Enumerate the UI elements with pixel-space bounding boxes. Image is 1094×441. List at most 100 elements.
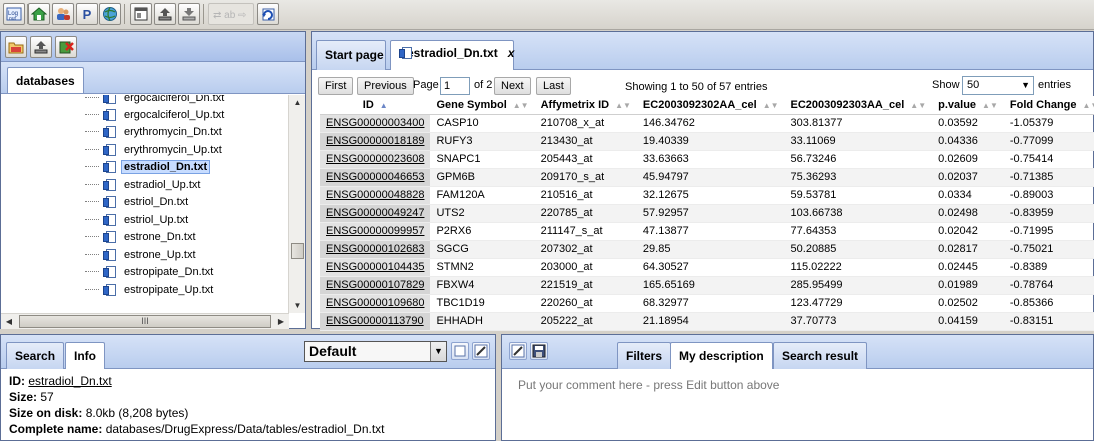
- edit-icon[interactable]: [509, 342, 527, 360]
- column-header[interactable]: ID ▲: [320, 96, 431, 115]
- close-tab-icon[interactable]: x: [508, 46, 515, 60]
- gene-id-link[interactable]: ENSG00000003400: [320, 114, 431, 133]
- table-row[interactable]: ENSG00000049247 UTS2 220785_at 57.92957 103.…: [320, 204, 1094, 223]
- table-row[interactable]: ENSG00000107829 FBXW4 221519_at 165.65169 28…: [320, 276, 1094, 295]
- tree-item[interactable]: erythromycin_Up.txt: [85, 141, 225, 158]
- tree-item[interactable]: ergocalciferol_Up.txt: [85, 106, 227, 123]
- edit-icon[interactable]: [472, 342, 490, 360]
- gene-id-link[interactable]: ENSG00000107829: [320, 276, 431, 295]
- column-header[interactable]: Affymetrix ID ▲▼: [534, 96, 637, 115]
- next-page-button[interactable]: Next: [494, 77, 531, 95]
- table-cell: 32.12675: [636, 186, 785, 205]
- comment-placeholder[interactable]: Put your comment here - press Edit butto…: [518, 378, 779, 392]
- globe-icon[interactable]: [99, 3, 121, 25]
- table-row[interactable]: ENSG00000018189 RUFY3 213430_at 19.40339 33.…: [320, 132, 1094, 151]
- gene-id-link[interactable]: ENSG00000109680: [320, 294, 431, 313]
- table-row[interactable]: ENSG00000023608 SNAPC1 205443_at 33.63663 56…: [320, 150, 1094, 169]
- tree-item[interactable]: estropipate_Up.txt: [85, 281, 216, 298]
- tree-item[interactable]: estropipate_Dn.txt: [85, 263, 216, 280]
- tree-item[interactable]: ergocalciferol_Dn.txt: [85, 95, 227, 106]
- entries-per-page-select[interactable]: 50 ▼: [962, 76, 1034, 95]
- save-icon[interactable]: [530, 342, 548, 360]
- tab-search-result[interactable]: Search result: [773, 342, 868, 369]
- first-page-button[interactable]: First: [318, 77, 354, 95]
- document-tabs: Start page estradiol_Dn.txt x: [312, 32, 1093, 70]
- scroll-left-arrow-icon[interactable]: ◀: [1, 314, 17, 329]
- tree-item-label: erythromycin_Up.txt: [124, 143, 222, 156]
- view-mode-dropdown[interactable]: Default ▼: [304, 341, 447, 362]
- open-folder-icon[interactable]: [5, 36, 27, 58]
- gene-id-link[interactable]: ENSG00000099957: [320, 222, 431, 241]
- tree-vertical-scrollbar[interactable]: ▲ ▼: [288, 95, 305, 313]
- tree-item[interactable]: estradiol_Dn.txt: [85, 158, 211, 175]
- info-size-value: 57: [40, 390, 54, 404]
- upload-icon[interactable]: [154, 3, 176, 25]
- table-viewer-panel: Start page estradiol_Dn.txt x First Prev…: [311, 31, 1094, 331]
- window-icon[interactable]: [451, 342, 469, 360]
- table-row[interactable]: ENSG00000102683 SGCG 207302_at 29.85 50.2088…: [320, 240, 1094, 259]
- p-icon[interactable]: P: [76, 3, 98, 25]
- tree-item[interactable]: estrone_Up.txt: [85, 246, 199, 263]
- gene-id-link[interactable]: ENSG00000018189: [320, 132, 431, 151]
- scroll-thumb-horizontal[interactable]: III: [19, 315, 271, 328]
- scroll-thumb[interactable]: [291, 243, 304, 259]
- svg-text:⇄ ab ⇨: ⇄ ab ⇨: [213, 10, 246, 21]
- tab-search[interactable]: Search: [6, 342, 65, 369]
- tab-info[interactable]: Info: [65, 342, 105, 369]
- logout-icon[interactable]: Log out: [3, 3, 25, 25]
- gene-id-link[interactable]: ENSG00000046653: [320, 168, 431, 187]
- home-icon[interactable]: [28, 3, 50, 25]
- scroll-right-arrow-icon[interactable]: ▶: [273, 314, 289, 329]
- tree-horizontal-scrollbar[interactable]: ◀ III ▶: [1, 313, 289, 329]
- table-row[interactable]: ENSG00000046653 GPM6B 209170_s_at 45.94797 7…: [320, 168, 1094, 187]
- upload-database-icon[interactable]: [30, 36, 52, 58]
- table-row[interactable]: ENSG00000003400 CASP10 210708_x_at 146.3476…: [320, 114, 1094, 133]
- table-row[interactable]: ENSG00000048828 FAM120A 210516_at 32.12675 5…: [320, 186, 1094, 205]
- delete-database-icon[interactable]: [55, 36, 77, 58]
- sort-icon: ▲▼: [615, 100, 631, 110]
- tree-item[interactable]: estrone_Dn.txt: [85, 228, 199, 245]
- tree-item[interactable]: estriol_Up.txt: [85, 211, 191, 228]
- gene-id-link[interactable]: ENSG00000023608: [320, 150, 431, 169]
- table-row[interactable]: ENSG00000104435 STMN2 203000_at 64.30527 115…: [320, 258, 1094, 277]
- tree-item-label: estradiol_Up.txt: [124, 178, 201, 191]
- gene-id-link[interactable]: ENSG00000048828: [320, 186, 431, 205]
- info-id-value[interactable]: estradiol_Dn.txt: [28, 374, 111, 388]
- table-cell: -0.83959: [1003, 204, 1094, 223]
- gene-id-link[interactable]: ENSG00000102683: [320, 240, 431, 259]
- scroll-up-arrow-icon[interactable]: ▲: [289, 95, 306, 110]
- download-icon[interactable]: [178, 3, 200, 25]
- tree-item[interactable]: erythromycin_Dn.txt: [85, 123, 225, 140]
- gene-id-link[interactable]: ENSG00000104435: [320, 258, 431, 277]
- scroll-down-arrow-icon[interactable]: ▼: [289, 298, 306, 313]
- tab-estradiol-dn[interactable]: estradiol_Dn.txt x: [390, 40, 514, 70]
- tab-start-page[interactable]: Start page: [316, 40, 386, 70]
- column-header[interactable]: Fold Change ▲▼: [1003, 96, 1094, 115]
- chevron-down-icon: ▼: [430, 342, 446, 361]
- previous-page-button[interactable]: Previous: [357, 77, 414, 95]
- users-icon[interactable]: [52, 3, 74, 25]
- column-header[interactable]: EC2003092302AA_cel ▲▼: [636, 96, 785, 115]
- table-row[interactable]: ENSG00000109680 TBC1D19 220260_at 68.32977 1…: [320, 294, 1094, 313]
- column-header[interactable]: EC2003092303AA_cel ▲▼: [784, 96, 933, 115]
- table-cell: 57.92957: [636, 204, 785, 223]
- file-info: ID: estradiol_Dn.txt Size: 57 Size on di…: [9, 373, 385, 437]
- page-number-input[interactable]: [440, 77, 470, 95]
- table-cell: 0.02502: [932, 294, 1004, 313]
- column-header[interactable]: p.value ▲▼: [932, 96, 1004, 115]
- gene-id-link[interactable]: ENSG00000049247: [320, 204, 431, 223]
- table-row[interactable]: ENSG00000099957 P2RX6 211147_s_at 47.13877 7…: [320, 222, 1094, 241]
- column-header[interactable]: Gene Symbol ▲▼: [430, 96, 535, 115]
- table-cell: 303.81377: [784, 114, 933, 133]
- last-page-button[interactable]: Last: [536, 77, 571, 95]
- tab-my-description[interactable]: My description: [670, 342, 773, 369]
- gene-id-link[interactable]: ENSG00000113790: [320, 312, 431, 331]
- tree-item[interactable]: estradiol_Up.txt: [85, 176, 203, 193]
- table-row[interactable]: ENSG00000113790 EHHADH 205222_at 21.18954 37…: [320, 312, 1094, 331]
- refresh-icon[interactable]: [257, 3, 279, 25]
- table-cell: FAM120A: [430, 186, 535, 205]
- window-icon[interactable]: [130, 3, 152, 25]
- tab-filters[interactable]: Filters: [617, 342, 672, 369]
- tree-item[interactable]: estriol_Dn.txt: [85, 193, 191, 210]
- tab-databases[interactable]: databases: [7, 67, 84, 93]
